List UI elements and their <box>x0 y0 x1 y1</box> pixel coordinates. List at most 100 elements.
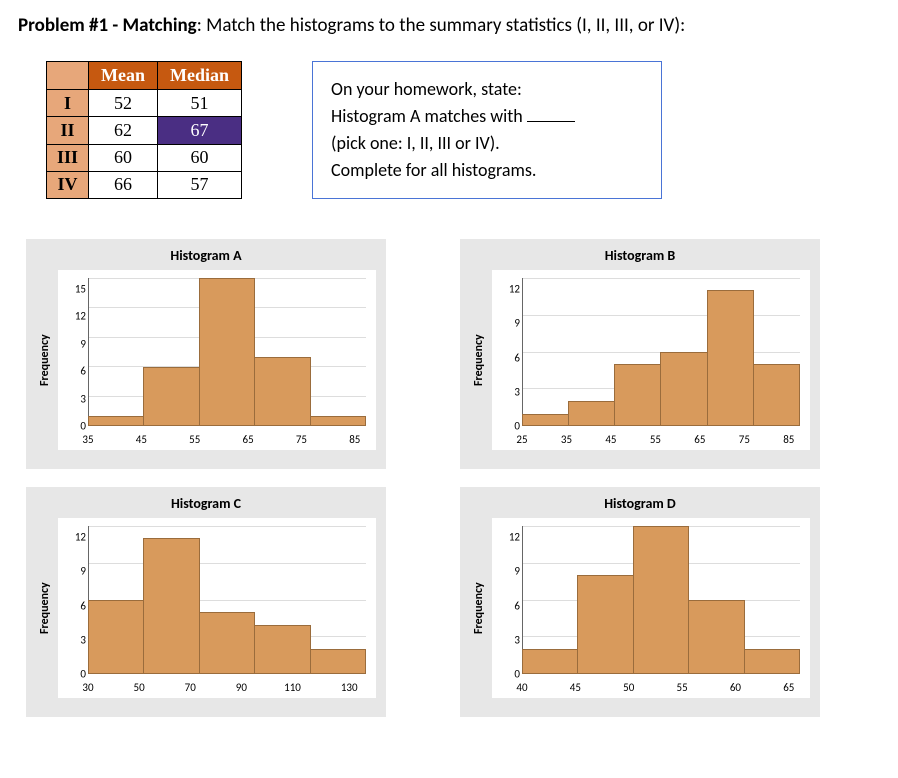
bar <box>753 364 800 426</box>
y-tick: 0 <box>60 420 86 431</box>
x-ticks: 25354555657585 <box>522 433 800 446</box>
y-ticks: 036912 <box>494 278 520 426</box>
y-tick: 3 <box>494 634 520 645</box>
x-tick: 75 <box>739 433 750 446</box>
bars <box>88 526 366 674</box>
bar <box>577 575 634 674</box>
x-tick: 45 <box>570 681 581 694</box>
y-tick: 12 <box>60 311 86 322</box>
info-line2-text: Histogram A matches with <box>331 105 527 127</box>
x-tick: 75 <box>296 433 307 446</box>
y-tick: 3 <box>60 393 86 404</box>
bar <box>707 290 754 426</box>
mean-cell: 62 <box>89 117 158 144</box>
bar <box>143 538 200 674</box>
table-row: III 60 60 <box>47 144 242 171</box>
table-corner <box>47 62 89 90</box>
bar <box>88 416 145 426</box>
table-row: I 52 51 <box>47 90 242 117</box>
x-tick: 60 <box>730 681 741 694</box>
bar <box>254 625 311 674</box>
bars <box>522 526 800 674</box>
x-tick: 55 <box>677 681 688 694</box>
x-tick: 85 <box>783 433 794 446</box>
bar <box>310 649 367 674</box>
mean-cell: 52 <box>89 90 158 117</box>
y-tick: 9 <box>494 566 520 577</box>
y-axis-label: Frequency <box>36 518 54 698</box>
histogram-c-panel: Histogram C Frequency 036912305070901101… <box>26 487 386 717</box>
y-tick: 3 <box>494 386 520 397</box>
y-ticks: 036912 <box>494 526 520 674</box>
x-ticks: 354555657585 <box>88 433 366 446</box>
x-tick: 65 <box>694 433 705 446</box>
y-tick: 12 <box>494 284 520 295</box>
y-axis-label: Frequency <box>470 518 488 698</box>
histogram-d-panel: Histogram D Frequency 036912404550556065 <box>460 487 820 717</box>
info-line3: (pick one: I, II, III or IV). <box>331 130 643 157</box>
x-tick: 45 <box>605 433 616 446</box>
chart-title: Histogram A <box>36 247 376 264</box>
y-tick: 9 <box>60 566 86 577</box>
x-tick: 70 <box>185 681 196 694</box>
bar <box>744 649 801 674</box>
y-axis-label: Frequency <box>470 270 488 450</box>
bar <box>254 357 311 426</box>
x-tick: 45 <box>136 433 147 446</box>
x-tick: 110 <box>284 681 301 694</box>
plot-area: 03691225354555657585 <box>492 270 810 450</box>
bar <box>522 649 579 674</box>
info-line1: On your homework, state: <box>331 76 643 103</box>
x-tick: 65 <box>243 433 254 446</box>
bar <box>310 416 367 426</box>
row-label: I <box>47 90 89 117</box>
median-cell: 51 <box>158 90 242 117</box>
y-tick: 6 <box>60 366 86 377</box>
plot-area: 03691230507090110130 <box>58 518 376 698</box>
y-ticks: 03691215 <box>60 278 86 426</box>
instructions-box: On your homework, state: Histogram A mat… <box>312 61 662 199</box>
y-tick: 15 <box>60 284 86 295</box>
x-tick: 130 <box>341 681 358 694</box>
y-tick: 12 <box>494 532 520 543</box>
y-tick: 6 <box>494 600 520 611</box>
bar <box>660 352 707 426</box>
median-cell: 60 <box>158 144 242 171</box>
info-line4: Complete for all histograms. <box>331 157 643 184</box>
chart-title: Histogram B <box>470 247 810 264</box>
histogram-b-panel: Histogram B Frequency 036912253545556575… <box>460 239 820 469</box>
info-line2: Histogram A matches with <box>331 103 643 130</box>
plot-area: 036912404550556065 <box>492 518 810 698</box>
col-mean: Mean <box>89 62 158 90</box>
fill-blank <box>527 121 575 122</box>
median-cell-highlighted: 67 <box>158 117 242 144</box>
bars <box>88 278 366 426</box>
bar <box>688 600 745 674</box>
bars <box>522 278 800 426</box>
y-tick: 6 <box>60 600 86 611</box>
y-tick: 3 <box>60 634 86 645</box>
row-label: III <box>47 144 89 171</box>
y-tick: 6 <box>494 352 520 363</box>
bar <box>199 612 256 674</box>
y-tick: 12 <box>60 532 86 543</box>
heading-rest: : Match the histograms to the summary st… <box>197 14 685 37</box>
x-tick: 55 <box>650 433 661 446</box>
x-ticks: 404550556065 <box>522 681 800 694</box>
x-tick: 85 <box>349 433 360 446</box>
median-cell: 57 <box>158 171 242 198</box>
bar <box>568 401 615 426</box>
x-tick: 50 <box>623 681 634 694</box>
chart-title: Histogram C <box>36 495 376 512</box>
problem-heading: Problem #1 - Matching: Match the histogr… <box>18 14 880 37</box>
y-axis-label: Frequency <box>36 270 54 450</box>
x-tick: 25 <box>516 433 527 446</box>
mean-cell: 66 <box>89 171 158 198</box>
heading-bold: Problem #1 - Matching <box>18 14 197 37</box>
x-ticks: 30507090110130 <box>88 681 366 694</box>
mean-cell: 60 <box>89 144 158 171</box>
x-tick: 35 <box>82 433 93 446</box>
row-label: II <box>47 117 89 144</box>
x-tick: 50 <box>134 681 145 694</box>
y-tick: 0 <box>494 421 520 432</box>
